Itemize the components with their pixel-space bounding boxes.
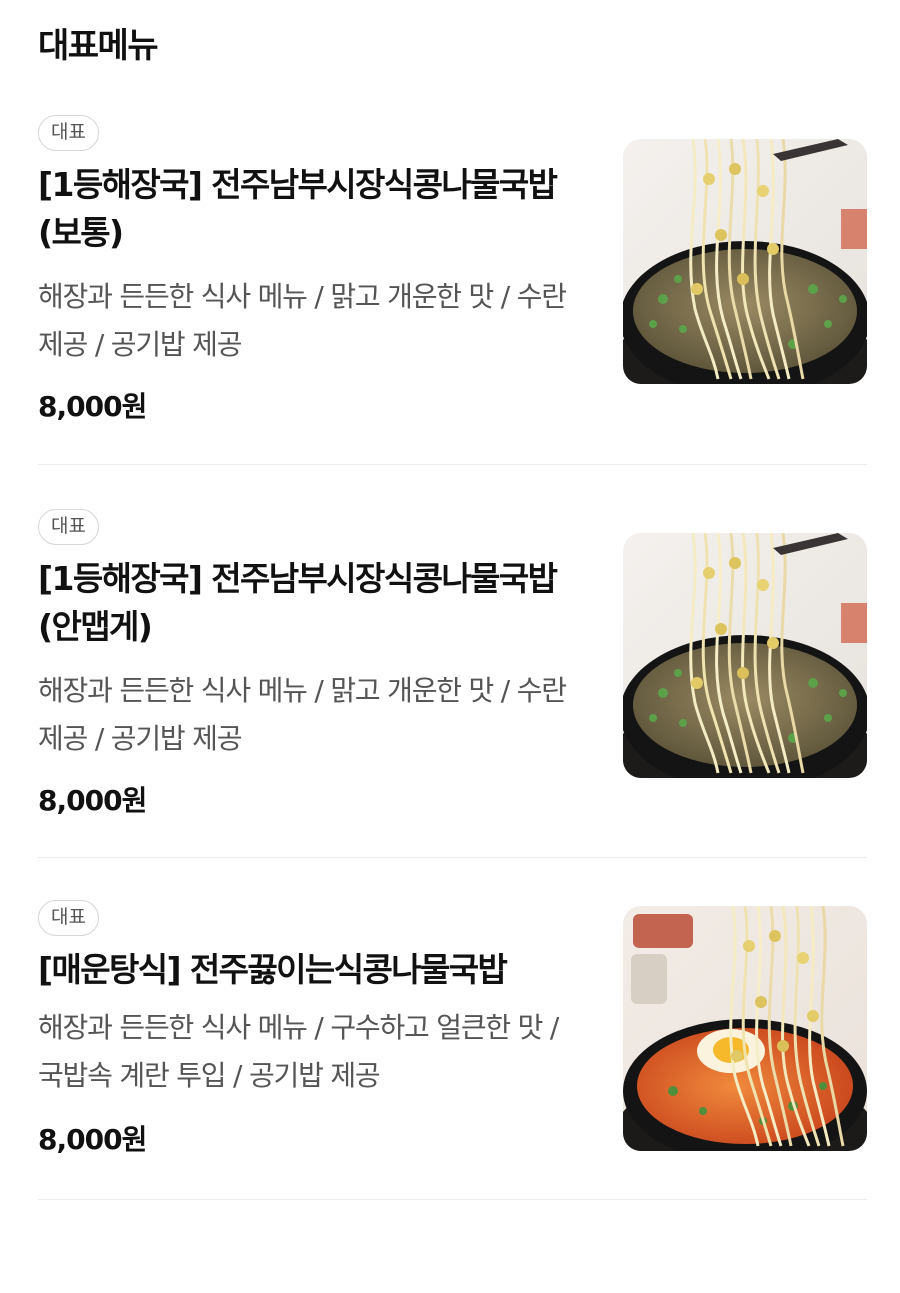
menu-item-name: [1등해장국] 전주남부시장식콩나물국밥(보통) [38,165,558,252]
menu-item-price: 8,000원 [38,1123,147,1156]
divider [38,464,867,465]
signature-badge: 대표 [38,509,99,545]
signature-badge: 대표 [38,900,99,936]
spicy-bean-sprout-soup-photo [623,906,867,1151]
divider [38,1199,867,1200]
clear-bean-sprout-soup-photo [623,139,867,384]
signature-badge: 대표 [38,115,99,151]
menu-item-description: 해장과 든든한 식사 메뉴 / 맑고 개운한 맛 / 수란 제공 / 공기밥 제… [38,280,567,361]
menu-item[interactable]: 대표 [1등해장국] 전주남부시장식콩나물국밥(안맵게) 해장과 든든한 식사 … [0,509,900,902]
menu-item-price: 8,000원 [38,784,147,817]
divider [38,857,867,858]
section-title: 대표메뉴 [38,26,159,66]
menu-item-name: [1등해장국] 전주남부시장식콩나물국밥(안맵게) [38,559,558,646]
menu-item-price: 8,000원 [38,390,147,423]
menu-item[interactable]: 대표 [매운탕식] 전주끓이는식콩나물국밥 해장과 든든한 식사 메뉴 / 구수… [0,900,900,1293]
clear-bean-sprout-soup-photo [623,533,867,778]
menu-item[interactable]: 대표 [1등해장국] 전주남부시장식콩나물국밥(보통) 해장과 든든한 식사 메… [0,115,900,508]
menu-item-name: [매운탕식] 전주끓이는식콩나물국밥 [38,950,508,989]
menu-item-description: 해장과 든든한 식사 메뉴 / 맑고 개운한 맛 / 수란 제공 / 공기밥 제… [38,674,567,755]
menu-item-description: 해장과 든든한 식사 메뉴 / 구수하고 얼큰한 맛 / 국밥속 계란 투입 /… [38,1011,559,1092]
